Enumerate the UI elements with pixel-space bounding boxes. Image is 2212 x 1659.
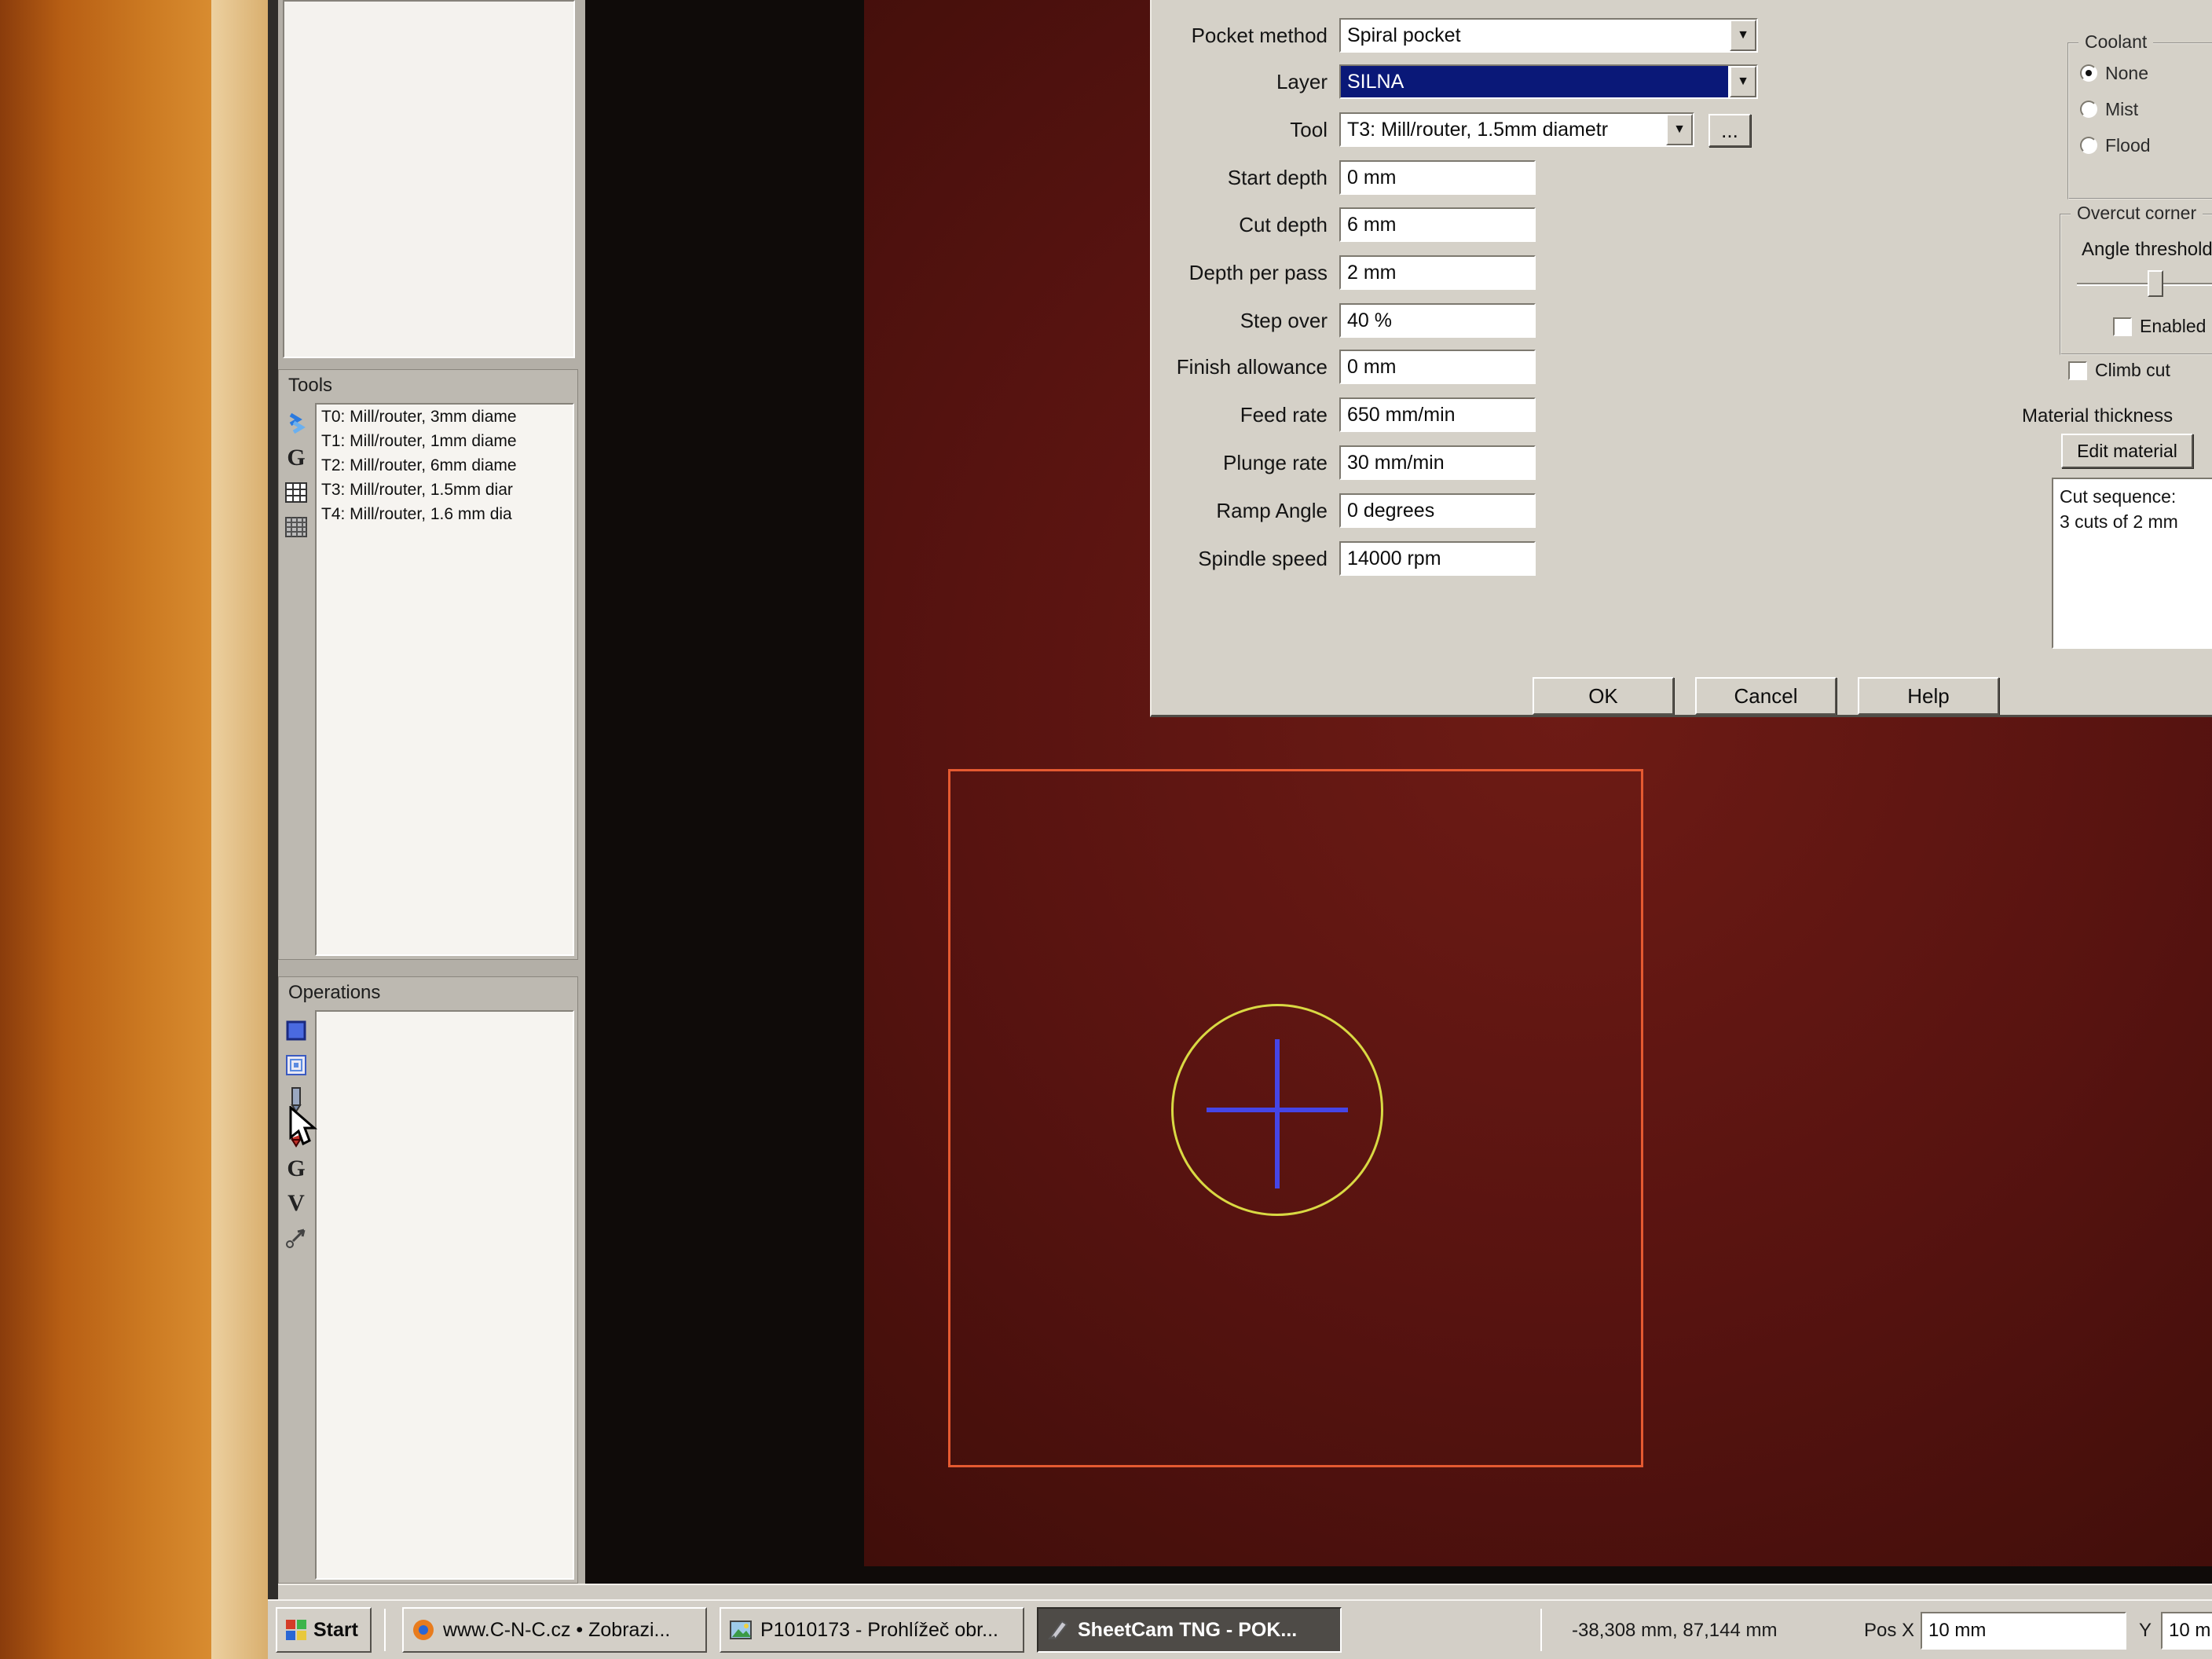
- task-button-sheetcam[interactable]: SheetCam TNG - POK...: [1037, 1607, 1342, 1653]
- task-button-image-viewer[interactable]: P1010173 - Prohlížeč obr...: [720, 1607, 1024, 1653]
- pocket-method-label: Pocket method: [1152, 17, 1328, 53]
- layer-label: Layer: [1152, 64, 1328, 100]
- overcut-group-title: Overcut corner: [2071, 203, 2203, 224]
- gcode-operation-icon[interactable]: G: [280, 1152, 312, 1186]
- parts-panel[interactable]: [283, 0, 575, 358]
- feed-rate-field[interactable]: 650 mm/min: [1339, 397, 1536, 432]
- pocket-operation-dialog: Pocket method Layer Tool Start depth Cut…: [1150, 0, 2212, 717]
- overcut-enabled-option[interactable]: Enabled: [2113, 316, 2206, 337]
- crosshair-vertical: [1275, 1039, 1280, 1188]
- tool-list-item[interactable]: T3: Mill/router, 1.5mm diar: [317, 478, 573, 502]
- tool-combo[interactable]: T3: Mill/router, 1.5mm diametr ▼: [1339, 112, 1694, 147]
- radio-icon[interactable]: [2080, 101, 2097, 118]
- mouse-cursor: [287, 1106, 324, 1147]
- tools-list[interactable]: T0: Mill/router, 3mm diame T1: Mill/rout…: [315, 403, 574, 956]
- radio-icon[interactable]: [2080, 137, 2097, 154]
- monitor-bezel-inner: [211, 0, 268, 1659]
- checkbox-icon[interactable]: [2113, 317, 2132, 336]
- task-button-browser[interactable]: www.C-N-C.cz • Zobrazi...: [402, 1607, 707, 1653]
- cut-sequence-line: Cut sequence:: [2060, 484, 2212, 509]
- tools-panel: Tools G T0: Mill/router, 3mm diame T1: M…: [278, 369, 578, 960]
- cut-sequence-line: 3 cuts of 2 mm: [2060, 509, 2212, 534]
- coolant-flood-option[interactable]: Flood: [2069, 127, 2212, 163]
- windows-logo-icon: [285, 1619, 307, 1641]
- tool-more-button[interactable]: ...: [1708, 114, 1751, 147]
- feed-rate-label: Feed rate: [1152, 397, 1328, 433]
- coolant-group-title: Coolant: [2078, 31, 2153, 53]
- tool-label: Tool: [1152, 112, 1328, 148]
- tool-list-item[interactable]: T2: Mill/router, 6mm diame: [317, 453, 573, 478]
- tool-grid-icon[interactable]: [280, 510, 312, 544]
- firefox-icon: [412, 1618, 435, 1642]
- spindle-speed-label: Spindle speed: [1152, 540, 1328, 577]
- start-depth-field[interactable]: 0 mm: [1339, 160, 1536, 195]
- tools-panel-title: Tools: [279, 370, 577, 401]
- slider-thumb[interactable]: [2148, 270, 2163, 297]
- tool-table-icon[interactable]: [280, 475, 312, 510]
- image-viewer-icon: [729, 1618, 753, 1642]
- coolant-group: Coolant None Mist Flood: [2067, 42, 2212, 200]
- step-over-field[interactable]: 40 %: [1339, 303, 1536, 338]
- step-over-label: Step over: [1152, 302, 1328, 339]
- pos-x-field[interactable]: 10 mm: [1921, 1612, 2126, 1650]
- taskbar-separator: [384, 1609, 386, 1651]
- cut-depth-field[interactable]: 6 mm: [1339, 207, 1536, 242]
- ramp-angle-label: Ramp Angle: [1152, 493, 1328, 529]
- radio-icon[interactable]: [2080, 64, 2097, 82]
- pos-y-field[interactable]: 10 mm: [2161, 1612, 2212, 1650]
- angle-threshold-label: Angle threshold: [2082, 239, 2212, 261]
- sheetcam-icon: [1046, 1618, 1070, 1642]
- tool-list-item[interactable]: T4: Mill/router, 1.6 mm dia: [317, 502, 573, 526]
- operations-panel: Operations G V: [278, 976, 578, 1584]
- chevron-down-icon[interactable]: ▼: [1730, 66, 1756, 97]
- contour-operation-icon[interactable]: [280, 1013, 312, 1048]
- angle-threshold-slider[interactable]: [2077, 283, 2212, 286]
- ramp-angle-field[interactable]: 0 degrees: [1339, 493, 1536, 528]
- vcarve-operation-icon[interactable]: V: [280, 1186, 312, 1221]
- pocket-operation-icon[interactable]: [280, 1048, 312, 1082]
- tool-list-item[interactable]: T0: Mill/router, 3mm diame: [317, 405, 573, 429]
- checkbox-icon[interactable]: [2068, 361, 2087, 380]
- cancel-button[interactable]: Cancel: [1695, 677, 1837, 715]
- gcode-tool-icon[interactable]: G: [280, 441, 312, 475]
- help-button[interactable]: Help: [1858, 677, 1999, 715]
- cursor-coordinates: -38,308 mm, 87,144 mm: [1572, 1601, 1777, 1659]
- taskbar: Start www.C-N-C.cz • Zobrazi... P1010173…: [268, 1599, 2212, 1659]
- depth-per-pass-label: Depth per pass: [1152, 255, 1328, 291]
- operations-panel-title: Operations: [279, 977, 577, 1009]
- drag-knife-tool-icon[interactable]: [280, 406, 312, 441]
- overcut-corner-group: Overcut corner Angle threshold Enabled: [2060, 214, 2212, 355]
- operations-list[interactable]: [315, 1010, 574, 1580]
- window-bottom-edge: [278, 1584, 2212, 1599]
- plunge-rate-field[interactable]: 30 mm/min: [1339, 445, 1536, 480]
- cut-depth-label: Cut depth: [1152, 207, 1328, 243]
- coolant-none-option[interactable]: None: [2069, 55, 2212, 91]
- cut-sequence-box: Cut sequence: 3 cuts of 2 mm: [2052, 478, 2212, 649]
- screen-edge: [268, 0, 278, 1659]
- monitor-bezel: [0, 0, 211, 1659]
- finish-allowance-label: Finish allowance: [1152, 349, 1328, 385]
- tools-toolbar: G: [280, 406, 313, 544]
- finish-allowance-field[interactable]: 0 mm: [1339, 350, 1536, 384]
- material-thickness-label: Material thickness: [2022, 405, 2173, 427]
- tool-list-item[interactable]: T1: Mill/router, 1mm diame: [317, 429, 573, 453]
- taskbar-separator: [1540, 1609, 1542, 1651]
- coolant-mist-option[interactable]: Mist: [2069, 91, 2212, 127]
- layer-combo[interactable]: SILNA ▼: [1339, 64, 1758, 99]
- pos-x-label: Pos X: [1864, 1601, 1914, 1659]
- plunge-rate-label: Plunge rate: [1152, 445, 1328, 481]
- start-button[interactable]: Start: [276, 1607, 372, 1653]
- climb-cut-option[interactable]: Climb cut: [2068, 360, 2170, 381]
- screenshot-root: Tools G T0: Mill/router, 3mm diame T1: M…: [0, 0, 2212, 1659]
- pos-y-label: Y: [2139, 1601, 2152, 1659]
- spindle-speed-field[interactable]: 14000 rpm: [1339, 541, 1536, 576]
- ok-button[interactable]: OK: [1533, 677, 1674, 715]
- move-operation-icon[interactable]: [280, 1221, 312, 1255]
- chevron-down-icon[interactable]: ▼: [1730, 20, 1756, 51]
- chevron-down-icon[interactable]: ▼: [1666, 114, 1693, 145]
- depth-per-pass-field[interactable]: 2 mm: [1339, 255, 1536, 290]
- start-depth-label: Start depth: [1152, 159, 1328, 196]
- edit-material-button[interactable]: Edit material: [2061, 434, 2193, 468]
- pocket-method-combo[interactable]: Spiral pocket ▼: [1339, 18, 1758, 53]
